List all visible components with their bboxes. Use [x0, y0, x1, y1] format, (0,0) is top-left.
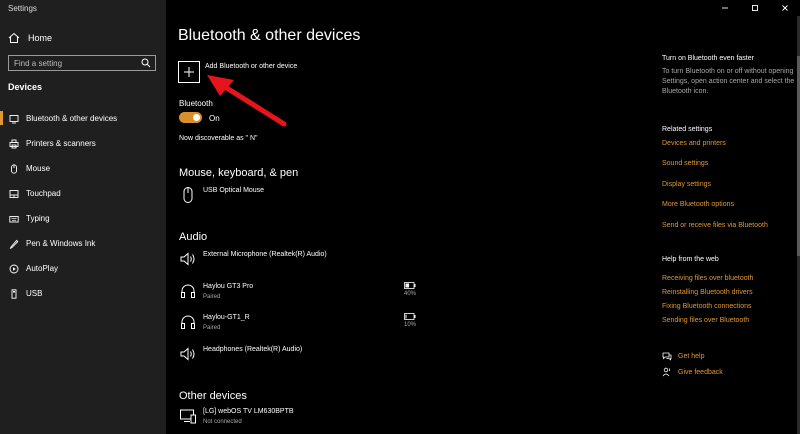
headphones-icon [181, 284, 195, 298]
discoverable-text: Now discoverable as " N" [179, 135, 258, 142]
close-button[interactable] [770, 0, 800, 16]
sidebar-item-label: Typing [26, 214, 50, 223]
get-help-link[interactable]: Get help [662, 350, 704, 362]
section-heading-audio: Audio [179, 231, 208, 243]
sidebar-item-usb[interactable]: USB [0, 281, 166, 306]
home-label: Home [28, 33, 53, 43]
search-input[interactable] [9, 58, 140, 68]
search-icon [141, 58, 151, 68]
link-sending-files[interactable]: Sending files over Bluetooth [662, 317, 749, 324]
device-name: Haylou GT3 Pro [203, 283, 254, 290]
link-display-settings[interactable]: Display settings [662, 181, 711, 188]
tip-heading: Turn on Bluetooth even faster [662, 55, 754, 62]
plus-icon [184, 67, 194, 77]
app-title: Settings [8, 4, 37, 13]
search-box[interactable] [8, 55, 156, 71]
sidebar-item-label: Pen & Windows Ink [26, 239, 96, 248]
section-heading-mouse-keyboard-pen: Mouse, keyboard, & pen [179, 167, 299, 179]
link-reinstalling-drivers[interactable]: Reinstalling Bluetooth drivers [662, 289, 753, 296]
sidebar-item-label: USB [26, 289, 43, 298]
page-title: Bluetooth & other devices [178, 27, 361, 44]
device-external-microphone[interactable]: External Microphone (Realtek(R) Audio) [179, 250, 409, 274]
speaker-icon [180, 252, 195, 266]
sidebar-item-label: AutoPlay [26, 264, 59, 273]
home-nav-item[interactable]: Home [8, 30, 52, 46]
device-status: Paired [203, 325, 221, 331]
main-content: Bluetooth & other devices Add Bluetooth … [166, 0, 800, 434]
device-haylou-gt1-r[interactable]: Haylou-GT1_R Paired 10% [179, 313, 416, 337]
printer-icon [9, 139, 19, 148]
link-sound-settings[interactable]: Sound settings [662, 160, 708, 167]
sidebar-item-label: Mouse [26, 164, 51, 173]
sidebar-nav: Bluetooth & other devices Printers & sca… [0, 106, 166, 306]
link-receiving-files[interactable]: Receiving files over bluetooth [662, 275, 753, 282]
usb-icon [11, 288, 17, 299]
battery-icon [404, 282, 416, 289]
device-name: Headphones (Realtek(R) Audio) [203, 346, 303, 353]
sidebar-item-mouse[interactable]: Mouse [0, 156, 166, 181]
device-haylou-gt3-pro[interactable]: Haylou GT3 Pro Paired 40% [179, 282, 416, 306]
device-name: Haylou-GT1_R [203, 314, 250, 321]
home-icon [8, 32, 20, 43]
link-send-receive-bluetooth[interactable]: Send or receive files via Bluetooth [662, 222, 768, 229]
help-heading: Help from the web [662, 256, 719, 263]
sidebar-item-printers[interactable]: Printers & scanners [0, 131, 166, 156]
pen-icon [9, 239, 19, 249]
give-feedback-link[interactable]: Give feedback [662, 366, 723, 378]
mouse-icon [183, 187, 193, 203]
sidebar-item-label: Touchpad [26, 189, 61, 198]
device-status: Paired [203, 294, 221, 300]
touchpad-icon [9, 189, 19, 198]
sidebar-section-label: Devices [8, 82, 43, 92]
sidebar-item-typing[interactable]: Typing [0, 206, 166, 231]
device-headphones-realtek[interactable]: Headphones (Realtek(R) Audio) [179, 345, 409, 369]
battery-icon [404, 313, 416, 320]
sidebar-item-label: Printers & scanners [26, 139, 96, 148]
maximize-icon [752, 5, 758, 11]
sidebar-item-touchpad[interactable]: Touchpad [0, 181, 166, 206]
link-more-bluetooth-options[interactable]: More Bluetooth options [662, 201, 734, 208]
device-name: External Microphone (Realtek(R) Audio) [203, 251, 327, 258]
bluetooth-toggle[interactable] [179, 112, 202, 123]
battery-percent: 40% [403, 291, 416, 297]
link-fixing-connections[interactable]: Fixing Bluetooth connections [662, 303, 752, 310]
minimize-button[interactable] [710, 0, 740, 16]
sidebar-item-bluetooth[interactable]: Bluetooth & other devices [0, 106, 166, 131]
mouse-icon [11, 163, 17, 174]
toggle-knob [193, 114, 200, 121]
sidebar: Settings Home Devices Bluetooth & other … [0, 0, 166, 434]
battery-indicator: 40% [395, 282, 425, 297]
battery-percent: 10% [403, 322, 416, 328]
add-device-label[interactable]: Add Bluetooth or other device [205, 63, 297, 70]
sidebar-item-autoplay[interactable]: AutoPlay [0, 256, 166, 281]
close-icon [782, 5, 788, 11]
add-device-button[interactable] [178, 61, 200, 83]
device-name: [LG] webOS TV LM630BPTB [203, 408, 294, 415]
annotation-arrow [207, 75, 287, 127]
sidebar-item-pen[interactable]: Pen & Windows Ink [0, 231, 166, 256]
keyboard-icon [9, 215, 19, 222]
maximize-button[interactable] [740, 0, 770, 16]
device-status: Not connected [203, 419, 242, 425]
headphones-icon [181, 315, 195, 329]
link-devices-and-printers[interactable]: Devices and printers [662, 140, 726, 147]
get-help-label: Get help [678, 352, 705, 360]
section-heading-other-devices: Other devices [179, 390, 247, 402]
chat-icon [662, 352, 672, 361]
device-name: USB Optical Mouse [203, 187, 265, 194]
tv-icon [180, 409, 196, 424]
feedback-icon [662, 367, 670, 377]
autoplay-icon [9, 264, 19, 273]
device-lg-webos-tv[interactable]: [LG] webOS TV LM630BPTB Not connected [179, 407, 409, 431]
device-usb-optical-mouse[interactable]: USB Optical Mouse [179, 186, 409, 210]
minimize-icon [722, 7, 728, 9]
give-feedback-label: Give feedback [678, 368, 723, 376]
bluetooth-icon [9, 114, 19, 123]
tip-text: To turn Bluetooth on or off without open… [662, 68, 795, 95]
battery-indicator: 10% [395, 313, 425, 328]
related-settings-heading: Related settings [662, 126, 713, 133]
sidebar-item-label: Bluetooth & other devices [26, 114, 118, 123]
speaker-icon [180, 347, 195, 361]
